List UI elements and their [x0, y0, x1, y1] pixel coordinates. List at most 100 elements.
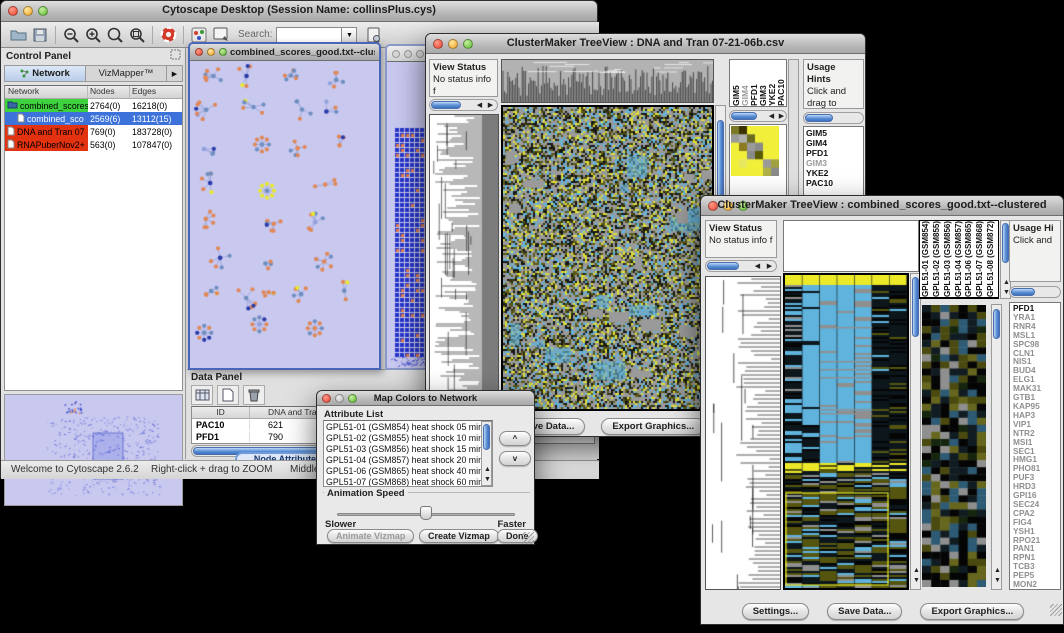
tv1-column-label[interactable]: GIM3	[759, 60, 768, 106]
tv1-labels-hscroll[interactable]: ◀▶	[729, 110, 787, 122]
status-hint-zoom: Right-click + drag to ZOOM	[151, 464, 272, 475]
minimize-button[interactable]	[404, 50, 412, 58]
network-overview-canvas[interactable]	[5, 395, 182, 505]
tv1-column-label[interactable]: GIM4	[741, 60, 750, 106]
tv1-row-label[interactable]: GIM4	[806, 138, 861, 148]
tv2-column-label[interactable]: GPL51-03 (GSM856)	[944, 221, 955, 297]
close-button[interactable]	[195, 48, 203, 56]
tv1-row-dendrogram[interactable]	[430, 115, 498, 410]
tv1-column-label[interactable]: PAC10	[777, 60, 786, 106]
animation-slider-thumb[interactable]	[420, 506, 432, 520]
toolbar-separator	[183, 26, 184, 44]
network-nodes: 769(0)	[88, 127, 130, 137]
tv1-mini-heatmap[interactable]	[731, 126, 779, 176]
new-attribute-icon[interactable]	[217, 385, 239, 405]
delete-attribute-icon[interactable]	[243, 385, 265, 405]
open-folder-icon[interactable]	[7, 25, 29, 45]
attribute-list-item[interactable]: GPL51-06 (GSM865) heat shock 40 min	[326, 466, 490, 477]
zoom-button[interactable]	[219, 48, 227, 56]
tv1-view-status: View Status No status info f	[429, 59, 498, 97]
tab-vizmapper[interactable]: VizMapper™	[86, 66, 166, 81]
file-icon	[7, 126, 15, 138]
zoom-in-icon[interactable]	[82, 25, 104, 45]
tv2-gene-label[interactable]: MON2	[1013, 580, 1057, 589]
close-button[interactable]	[392, 50, 400, 58]
network-table-row[interactable]: combined_scores2764(0)16218(0)	[5, 99, 182, 112]
zoom-selected-icon[interactable]	[126, 25, 148, 45]
network-table-row[interactable]: RNAPuberNov2+563(0)107847(0)	[5, 138, 182, 151]
network-canvas[interactable]	[190, 61, 379, 368]
tv2-column-label[interactable]: GPL51-01 (GSM854)	[922, 221, 933, 297]
tv1-status-hscroll[interactable]: ◀▶	[429, 99, 498, 111]
settings-button[interactable]: Settings...	[742, 603, 809, 620]
animate-vizmap-button[interactable]: Animate Vizmap	[327, 529, 414, 543]
attribute-list-item[interactable]: GPL51-02 (GSM855) heat shock 10 min	[326, 433, 490, 444]
more-tabs-button[interactable]: ▶	[166, 66, 182, 81]
save-icon[interactable]	[29, 25, 51, 45]
main-title-bar[interactable]: Cytoscape Desktop (Session Name: collins…	[1, 1, 597, 22]
tv1-row-label[interactable]: GIM5	[806, 128, 861, 138]
tv1-row-label[interactable]: PFD1	[806, 148, 861, 158]
tv1-column-label[interactable]: PFD1	[750, 60, 759, 106]
tv2-column-label[interactable]: GPL51-08 (GSM872)	[987, 221, 998, 297]
tv2-column-labels: GPL51-01 (GSM854)GPL51-02 (GSM855)GPL51-…	[919, 220, 999, 299]
network-edges: 183728(0)	[130, 127, 182, 137]
minimize-button[interactable]	[207, 48, 215, 56]
tv1-heatmap-canvas[interactable]	[503, 107, 712, 409]
attribute-list-item[interactable]: GPL51-01 (GSM854) heat shock 05 min	[326, 422, 490, 433]
export-graphics-button[interactable]: Export Graphics...	[920, 603, 1024, 620]
dp-id: PAC10	[192, 420, 250, 430]
network-name: combined_scores	[20, 101, 88, 111]
status-welcome: Welcome to Cytoscape 2.6.2	[11, 464, 139, 475]
move-down-button[interactable]: v	[499, 451, 531, 466]
tv1-column-label[interactable]: YKE2	[768, 60, 777, 106]
select-attributes-icon[interactable]	[191, 385, 213, 405]
network-nodes: 2764(0)	[88, 101, 130, 111]
move-up-button[interactable]: ^	[499, 431, 531, 446]
toolbar-separator	[152, 26, 153, 44]
tv2-column-dendrogram[interactable]	[783, 220, 919, 272]
attribute-list-item[interactable]: GPL51-07 (GSM868) heat shock 60 min	[326, 477, 490, 487]
tv2-mini-heatmap[interactable]	[922, 305, 986, 587]
tv1-row-label[interactable]: GIM3	[806, 158, 861, 168]
export-graphics-button[interactable]: Export Graphics...	[601, 418, 705, 435]
tv2-status-hscroll[interactable]: ◀▶	[705, 260, 777, 272]
tv2-hints-hscroll[interactable]	[1009, 286, 1061, 298]
float-panel-icon[interactable]	[170, 47, 181, 65]
tv2-row-dendrogram[interactable]	[706, 277, 780, 589]
network-table-row[interactable]: DNA and Tran 07769(0)183728(0)	[5, 125, 182, 138]
help-ring-icon[interactable]	[157, 25, 179, 45]
tv1-row-label[interactable]: YKE2	[806, 168, 861, 178]
tab-network[interactable]: Network	[5, 66, 86, 81]
zoom-button[interactable]	[416, 50, 424, 58]
network-name: combined_sco	[27, 114, 84, 124]
tv2-mini-vscroll[interactable]: ▲▼	[991, 304, 1002, 590]
toolbar-separator	[55, 26, 56, 44]
network-table-row[interactable]: combined_sco2569(6)13112(15)	[5, 112, 182, 125]
tv2-column-label[interactable]: GPL51-02 (GSM855)	[933, 221, 944, 297]
attribute-list-vscroll[interactable]: ▲▼	[481, 421, 492, 486]
tv2-heat-vscroll[interactable]: ▲▼	[910, 273, 921, 590]
attribute-list-item[interactable]: GPL51-04 (GSM857) heat shock 20 min	[326, 455, 490, 466]
create-vizmap-button[interactable]: Create Vizmap	[419, 529, 499, 543]
save-data-button[interactable]: Save Data...	[827, 603, 902, 620]
zoom-fit-icon[interactable]	[104, 25, 126, 45]
tv2-heatmap-canvas[interactable]	[785, 275, 907, 588]
tv2-column-label[interactable]: GPL51-06 (GSM865)	[965, 221, 976, 297]
resize-grip[interactable]	[1050, 604, 1062, 616]
search-dropdown-button[interactable]: ▼	[342, 27, 357, 43]
file-icon	[7, 139, 15, 151]
zoom-out-icon[interactable]	[60, 25, 82, 45]
network-nodes: 563(0)	[88, 140, 130, 150]
tv2-column-label[interactable]: GPL51-04 (GSM857)	[955, 221, 966, 297]
tv2-column-label[interactable]: GPL51-07 (GSM868)	[976, 221, 987, 297]
tv1-hints-hscroll[interactable]	[803, 112, 864, 124]
search-input[interactable]	[276, 27, 342, 43]
tv1-column-label[interactable]: GIM5	[732, 60, 741, 106]
folder-icon	[7, 100, 18, 111]
tv1-column-dendrogram[interactable]	[502, 60, 713, 102]
tv1-row-label[interactable]: PAC10	[806, 178, 861, 188]
attribute-list-item[interactable]: GPL51-03 (GSM856) heat shock 15 min	[326, 444, 490, 455]
resize-grip[interactable]	[522, 532, 534, 544]
network-table-header[interactable]: Network Nodes Edges	[5, 86, 182, 99]
